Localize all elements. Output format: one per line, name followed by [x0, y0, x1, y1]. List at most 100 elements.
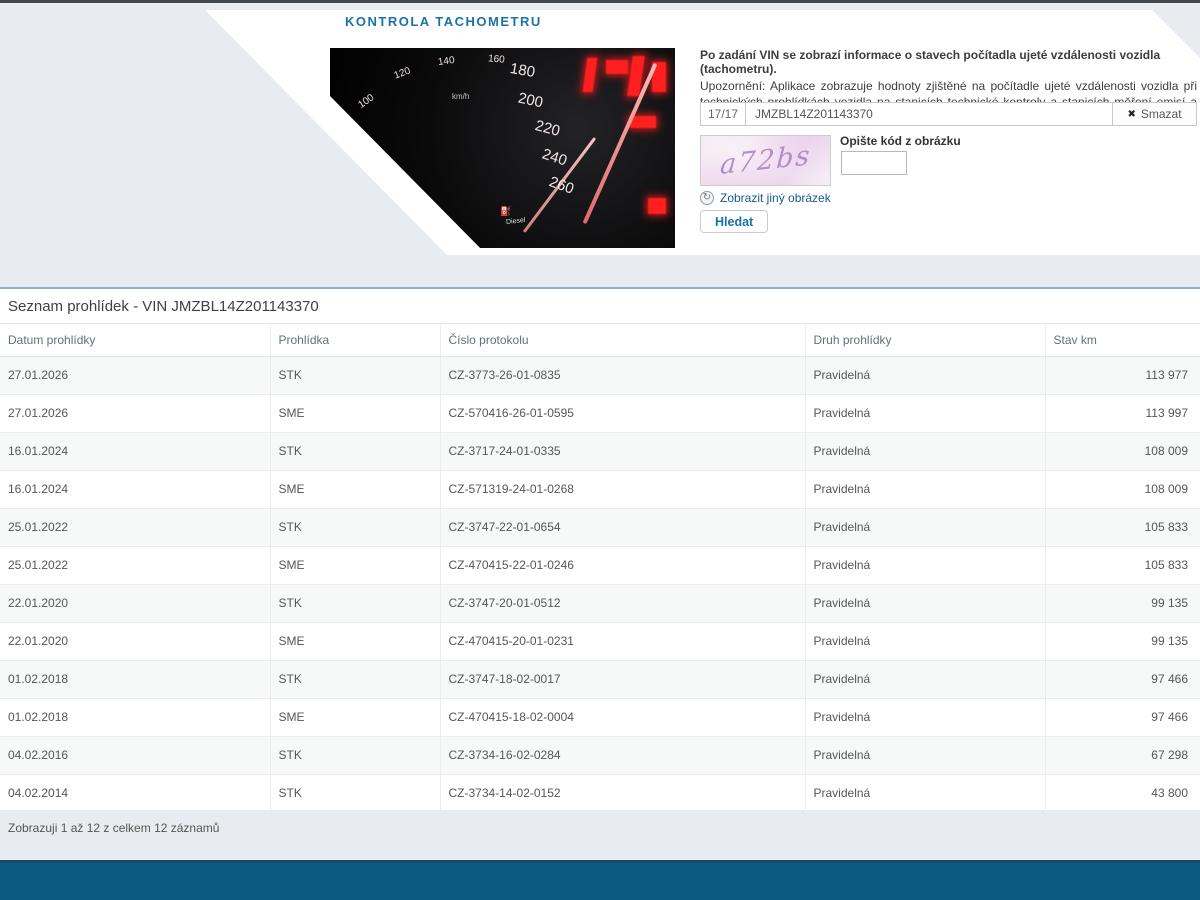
page-title: KONTROLA TACHOMETRU	[345, 14, 542, 29]
table-row: 04.02.2014 STK CZ-3734-14-02-0152 Pravideln…	[0, 774, 1200, 813]
cell-date: 22.01.2020	[0, 584, 270, 623]
cell-date: 25.01.2022	[0, 508, 270, 547]
cell-date: 01.02.2018	[0, 698, 270, 737]
footer-bar	[0, 860, 1200, 900]
cell-type: Pravidelná	[804, 584, 1045, 623]
gauge-needle	[582, 62, 658, 225]
table-row: 27.01.2026 SME CZ-570416-26-01-0595 Pravide…	[0, 394, 1200, 433]
cell-km: 108 009	[1044, 432, 1200, 471]
cell-km: 113 997	[1044, 394, 1200, 433]
cell-type: Pravidelná	[804, 356, 1045, 395]
cell-type: Pravidelná	[804, 736, 1045, 775]
clear-x-icon: ✖	[1127, 108, 1136, 120]
captcha-label: Opište kód z obrázku	[840, 134, 961, 148]
cell-station: STK	[269, 660, 440, 699]
table-header-row: Datum prohlídky Prohlídka Číslo protokol…	[0, 323, 1200, 357]
cell-km: 113 977	[1044, 356, 1200, 395]
refresh-icon: ↻	[700, 191, 714, 205]
intro-bold-line: Po zadání VIN se zobrazí informace o sta…	[700, 48, 1161, 76]
results-heading: Seznam prohlídek - VIN JMZBL14Z201143370	[8, 298, 319, 315]
digital-display-segment	[582, 58, 598, 92]
digital-display-segment	[606, 60, 628, 74]
cell-date: 16.01.2024	[0, 470, 270, 509]
table-row: 16.01.2024 STK CZ-3717-24-01-0335 Pravideln…	[0, 432, 1200, 471]
table-row: 25.01.2022 STK CZ-3747-22-01-0654 Pravideln…	[0, 508, 1200, 547]
table-row: 25.01.2022 SME CZ-470415-22-01-0246 Pravide…	[0, 546, 1200, 585]
cell-date: 27.01.2026	[0, 356, 270, 395]
cell-protocol: CZ-571319-24-01-0268	[439, 470, 805, 509]
column-header-type: Druh prohlídky	[804, 323, 1045, 357]
cell-date: 01.02.2018	[0, 660, 270, 699]
cell-protocol: CZ-3747-20-01-0512	[439, 584, 805, 623]
cell-km: 108 009	[1044, 470, 1200, 509]
diesel-label: Diesel	[505, 217, 526, 226]
column-header-date: Datum prohlídky	[0, 323, 270, 357]
cell-type: Pravidelná	[804, 508, 1045, 547]
cell-date: 04.02.2014	[0, 774, 270, 813]
cell-km: 97 466	[1044, 698, 1200, 737]
cell-station: SME	[269, 546, 440, 585]
cell-station: STK	[269, 584, 440, 623]
cell-type: Pravidelná	[804, 774, 1045, 813]
cell-station: SME	[269, 622, 440, 661]
cell-km: 97 466	[1044, 660, 1200, 699]
cell-protocol: CZ-3747-22-01-0654	[439, 508, 805, 547]
table-row: 22.01.2020 SME CZ-470415-20-01-0231 Pravide…	[0, 622, 1200, 661]
vin-input-group: 17/17 ✖ Smazat	[700, 102, 1197, 126]
refresh-captcha-label: Zobrazit jiný obrázek	[720, 191, 831, 205]
column-header-km: Stav km	[1044, 323, 1200, 357]
gauge-number: 240	[539, 145, 570, 170]
search-button[interactable]: Hledat	[700, 210, 769, 233]
cell-protocol: CZ-3773-26-01-0835	[439, 356, 805, 395]
table-row: 01.02.2018 STK CZ-3747-18-02-0017 Pravideln…	[0, 660, 1200, 699]
cell-km: 105 833	[1044, 546, 1200, 585]
cell-date: 04.02.2016	[0, 736, 270, 775]
cell-type: Pravidelná	[804, 698, 1045, 737]
table-row: 22.01.2020 STK CZ-3747-20-01-0512 Pravideln…	[0, 584, 1200, 623]
cell-type: Pravidelná	[804, 470, 1045, 509]
cell-km: 67 298	[1044, 736, 1200, 775]
table-row: 16.01.2024 SME CZ-571319-24-01-0268 Pravide…	[0, 470, 1200, 509]
cell-protocol: CZ-3734-14-02-0152	[439, 774, 805, 813]
digital-display-segment	[648, 198, 666, 214]
gauge-number: 140	[437, 54, 456, 69]
lower-gray-band	[0, 810, 1200, 860]
inspections-table: Datum prohlídky Prohlídka Číslo protokol…	[0, 323, 1200, 813]
table-row: 01.02.2018 SME CZ-470415-18-02-0004 Pravide…	[0, 698, 1200, 737]
captcha-image: a72bs	[700, 135, 831, 186]
speedometer-kmh-label: km/h	[452, 92, 470, 101]
cell-km: 105 833	[1044, 508, 1200, 547]
cell-station: STK	[269, 356, 440, 395]
vin-char-counter: 17/17	[701, 103, 746, 125]
refresh-captcha-link[interactable]: ↻ Zobrazit jiný obrázek	[700, 191, 831, 205]
clear-vin-button[interactable]: ✖ Smazat	[1112, 103, 1196, 125]
cell-station: STK	[269, 736, 440, 775]
vin-input[interactable]	[746, 103, 1112, 125]
captcha-code-text: a72bs	[718, 140, 813, 181]
cell-protocol: CZ-3734-16-02-0284	[439, 736, 805, 775]
cell-protocol: CZ-3747-18-02-0017	[439, 660, 805, 699]
cell-km: 43 800	[1044, 774, 1200, 813]
cell-type: Pravidelná	[804, 660, 1045, 699]
cell-station: STK	[269, 508, 440, 547]
cell-type: Pravidelná	[804, 394, 1045, 433]
captcha-input[interactable]	[841, 151, 907, 175]
cell-protocol: CZ-470415-22-01-0246	[439, 546, 805, 585]
cell-station: SME	[269, 394, 440, 433]
cell-km: 99 135	[1044, 622, 1200, 661]
clear-vin-label: Smazat	[1140, 107, 1182, 121]
cell-date: 25.01.2022	[0, 546, 270, 585]
column-header-protocol: Číslo protokolu	[439, 323, 805, 357]
column-header-station: Prohlídka	[269, 323, 440, 357]
fuel-pump-icon: ⛽	[500, 206, 512, 216]
results-section: Seznam prohlídek - VIN JMZBL14Z201143370…	[0, 287, 1200, 835]
digital-display-segment	[630, 116, 656, 128]
cell-type: Pravidelná	[804, 546, 1045, 585]
gauge-number: 180	[508, 59, 537, 82]
cell-protocol: CZ-570416-26-01-0595	[439, 394, 805, 433]
speedometer-image: km/h ⛽ Diesel 100 120 140 160 180 200 220 240 26…	[330, 48, 675, 248]
gauge-number: 220	[533, 117, 562, 140]
cell-station: STK	[269, 774, 440, 813]
cell-station: SME	[269, 470, 440, 509]
table-row: 04.02.2016 STK CZ-3734-16-02-0284 Pravideln…	[0, 736, 1200, 775]
